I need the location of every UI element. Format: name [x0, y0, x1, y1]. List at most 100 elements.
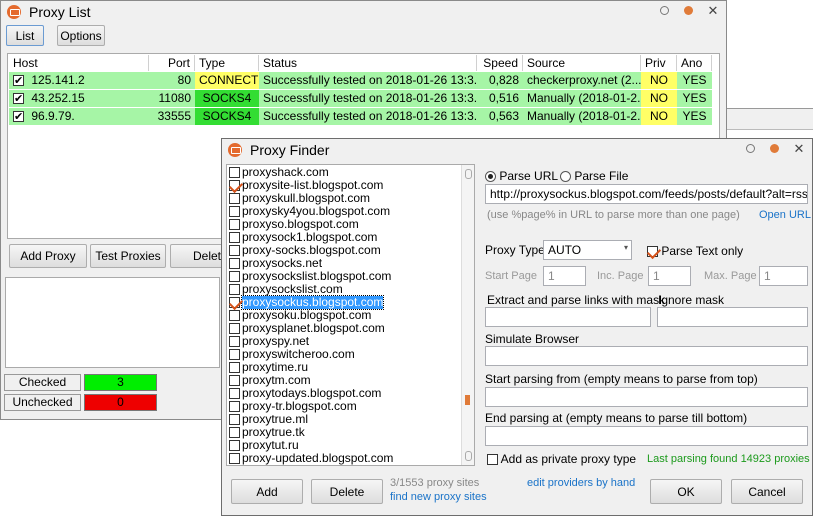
- list-scrollbar[interactable]: [461, 165, 474, 465]
- scroll-down-icon[interactable]: [465, 451, 472, 461]
- col-port[interactable]: Port: [149, 55, 195, 71]
- speed-cell: 0,828: [477, 72, 523, 89]
- close-icon[interactable]: ✕: [706, 4, 720, 18]
- open-url-link[interactable]: Open URL: [759, 209, 811, 221]
- minimize-icon[interactable]: [744, 142, 758, 156]
- type-cell: CONNECT: [195, 72, 259, 89]
- col-type[interactable]: Type: [195, 55, 259, 71]
- extract-mask-field[interactable]: [485, 307, 651, 327]
- ignore-mask-field[interactable]: [657, 307, 808, 327]
- proxy-type-label: Proxy Type: [485, 243, 545, 257]
- maximize-icon[interactable]: [768, 142, 782, 156]
- scroll-up-icon[interactable]: [465, 169, 472, 179]
- close-icon[interactable]: ✕: [792, 142, 806, 156]
- proxy-finder-title: Proxy Finder: [250, 142, 330, 158]
- site-checkbox[interactable]: [229, 362, 240, 373]
- row-checkbox[interactable]: [13, 109, 24, 125]
- table-row[interactable]: 96.9.79. 33555 SOCKS4 Successfully teste…: [9, 108, 712, 125]
- site-checkbox[interactable]: [229, 375, 240, 386]
- end-parsing-field[interactable]: [485, 426, 808, 446]
- inc-page-field[interactable]: 1: [648, 266, 691, 286]
- url-hint: (use %page% in URL to parse more than on…: [487, 209, 740, 221]
- parse-text-only-checkbox[interactable]: [647, 246, 658, 258]
- checked-count: 3: [84, 374, 157, 391]
- col-priv[interactable]: Priv: [641, 55, 677, 71]
- site-count: 3/1553 proxy sites: [390, 477, 480, 489]
- unchecked-label: Unchecked: [4, 394, 81, 411]
- site-checkbox[interactable]: [229, 167, 240, 178]
- test-proxies-button[interactable]: Test Proxies: [90, 244, 166, 268]
- ano-cell: YES: [677, 90, 712, 107]
- add-site-button[interactable]: Add: [231, 479, 303, 504]
- proxy-site-list[interactable]: proxyshack.com proxysite-list.blogspot.co…: [226, 164, 475, 466]
- proxy-site-item[interactable]: proxy-updated.blogspot.com: [227, 452, 393, 465]
- private-proxy-checkbox[interactable]: [487, 454, 498, 466]
- ignore-mask-label: Ignore mask: [658, 293, 725, 307]
- proxy-type-select[interactable]: AUTO ▾: [543, 240, 632, 260]
- site-checkbox[interactable]: [229, 245, 240, 256]
- background-window-edge: [727, 108, 813, 130]
- col-host[interactable]: Host: [9, 55, 149, 71]
- delete-site-button[interactable]: Delete: [311, 479, 383, 504]
- col-source[interactable]: Source: [523, 55, 641, 71]
- col-status[interactable]: Status: [259, 55, 477, 71]
- inc-page-label: Inc. Page: [597, 270, 644, 282]
- proxy-finder-window: Proxy Finder ✕ proxyshack.com proxysite-l…: [221, 138, 813, 516]
- status-cell: Successfully tested on 2018-01-26 13:3..…: [259, 90, 477, 107]
- site-checkbox[interactable]: [229, 297, 240, 308]
- site-checkbox[interactable]: [229, 310, 240, 321]
- end-parsing-label: End parsing at (empty means to parse til…: [485, 411, 748, 425]
- site-checkbox[interactable]: [229, 284, 240, 295]
- site-checkbox[interactable]: [229, 401, 240, 412]
- start-page-field[interactable]: 1: [543, 266, 586, 286]
- max-page-field[interactable]: 1: [759, 266, 808, 286]
- simulate-browser-field[interactable]: [485, 346, 808, 366]
- site-checkbox[interactable]: [229, 414, 240, 425]
- speed-cell: 0,516: [477, 90, 523, 107]
- priv-cell: NO: [641, 108, 677, 125]
- maximize-icon[interactable]: [682, 4, 696, 18]
- site-checkbox[interactable]: [229, 453, 240, 464]
- edit-providers-link[interactable]: edit providers by hand: [527, 477, 635, 489]
- find-new-sites-link[interactable]: find new proxy sites: [390, 491, 487, 503]
- site-checkbox[interactable]: [229, 440, 240, 451]
- parse-url-radio[interactable]: [485, 171, 496, 183]
- site-checkbox[interactable]: [229, 336, 240, 347]
- url-input[interactable]: http://proxysockus.blogspot.com/feeds/po…: [485, 184, 808, 204]
- priv-cell: NO: [641, 72, 677, 89]
- table-row[interactable]: 125.141.2 80 CONNECT Successfully tested…: [9, 72, 712, 89]
- site-checkbox[interactable]: [229, 206, 240, 217]
- simulate-browser-label: Simulate Browser: [485, 332, 580, 346]
- options-menu-button[interactable]: Options: [57, 25, 105, 46]
- site-checkbox[interactable]: [229, 258, 240, 269]
- site-checkbox[interactable]: [229, 180, 240, 191]
- cancel-button[interactable]: Cancel: [731, 479, 803, 504]
- row-checkbox[interactable]: [13, 73, 24, 89]
- site-checkbox[interactable]: [229, 427, 240, 438]
- add-proxy-button[interactable]: Add Proxy: [9, 244, 87, 268]
- row-checkbox[interactable]: [13, 91, 24, 107]
- site-checkbox[interactable]: [229, 271, 240, 282]
- site-list-items: proxyshack.com proxysite-list.blogspot.co…: [227, 165, 463, 465]
- col-speed[interactable]: Speed: [477, 55, 523, 71]
- site-checkbox[interactable]: [229, 388, 240, 399]
- site-checkbox[interactable]: [229, 232, 240, 243]
- table-row[interactable]: 43.252.15 11080 SOCKS4 Successfully test…: [9, 90, 712, 107]
- parse-file-radio[interactable]: [560, 171, 571, 183]
- col-ano[interactable]: Ano: [677, 55, 712, 71]
- ok-button[interactable]: OK: [650, 479, 722, 504]
- site-checkbox[interactable]: [229, 349, 240, 360]
- start-parsing-field[interactable]: [485, 387, 808, 407]
- proxy-list-titlebar: Proxy List ✕: [1, 1, 726, 23]
- log-area[interactable]: [5, 277, 220, 368]
- parse-file-label: Parse File: [574, 169, 629, 183]
- site-checkbox[interactable]: [229, 219, 240, 230]
- site-checkbox[interactable]: [229, 323, 240, 334]
- scroll-thumb[interactable]: [465, 395, 470, 405]
- last-parsing-status: Last parsing found 14923 proxies: [647, 453, 810, 465]
- list-menu-button[interactable]: List: [6, 25, 44, 46]
- site-checkbox[interactable]: [229, 193, 240, 204]
- checked-label: Checked: [4, 374, 81, 391]
- source-cell: checkerproxy.net (2...: [523, 72, 641, 89]
- minimize-icon[interactable]: [658, 4, 672, 18]
